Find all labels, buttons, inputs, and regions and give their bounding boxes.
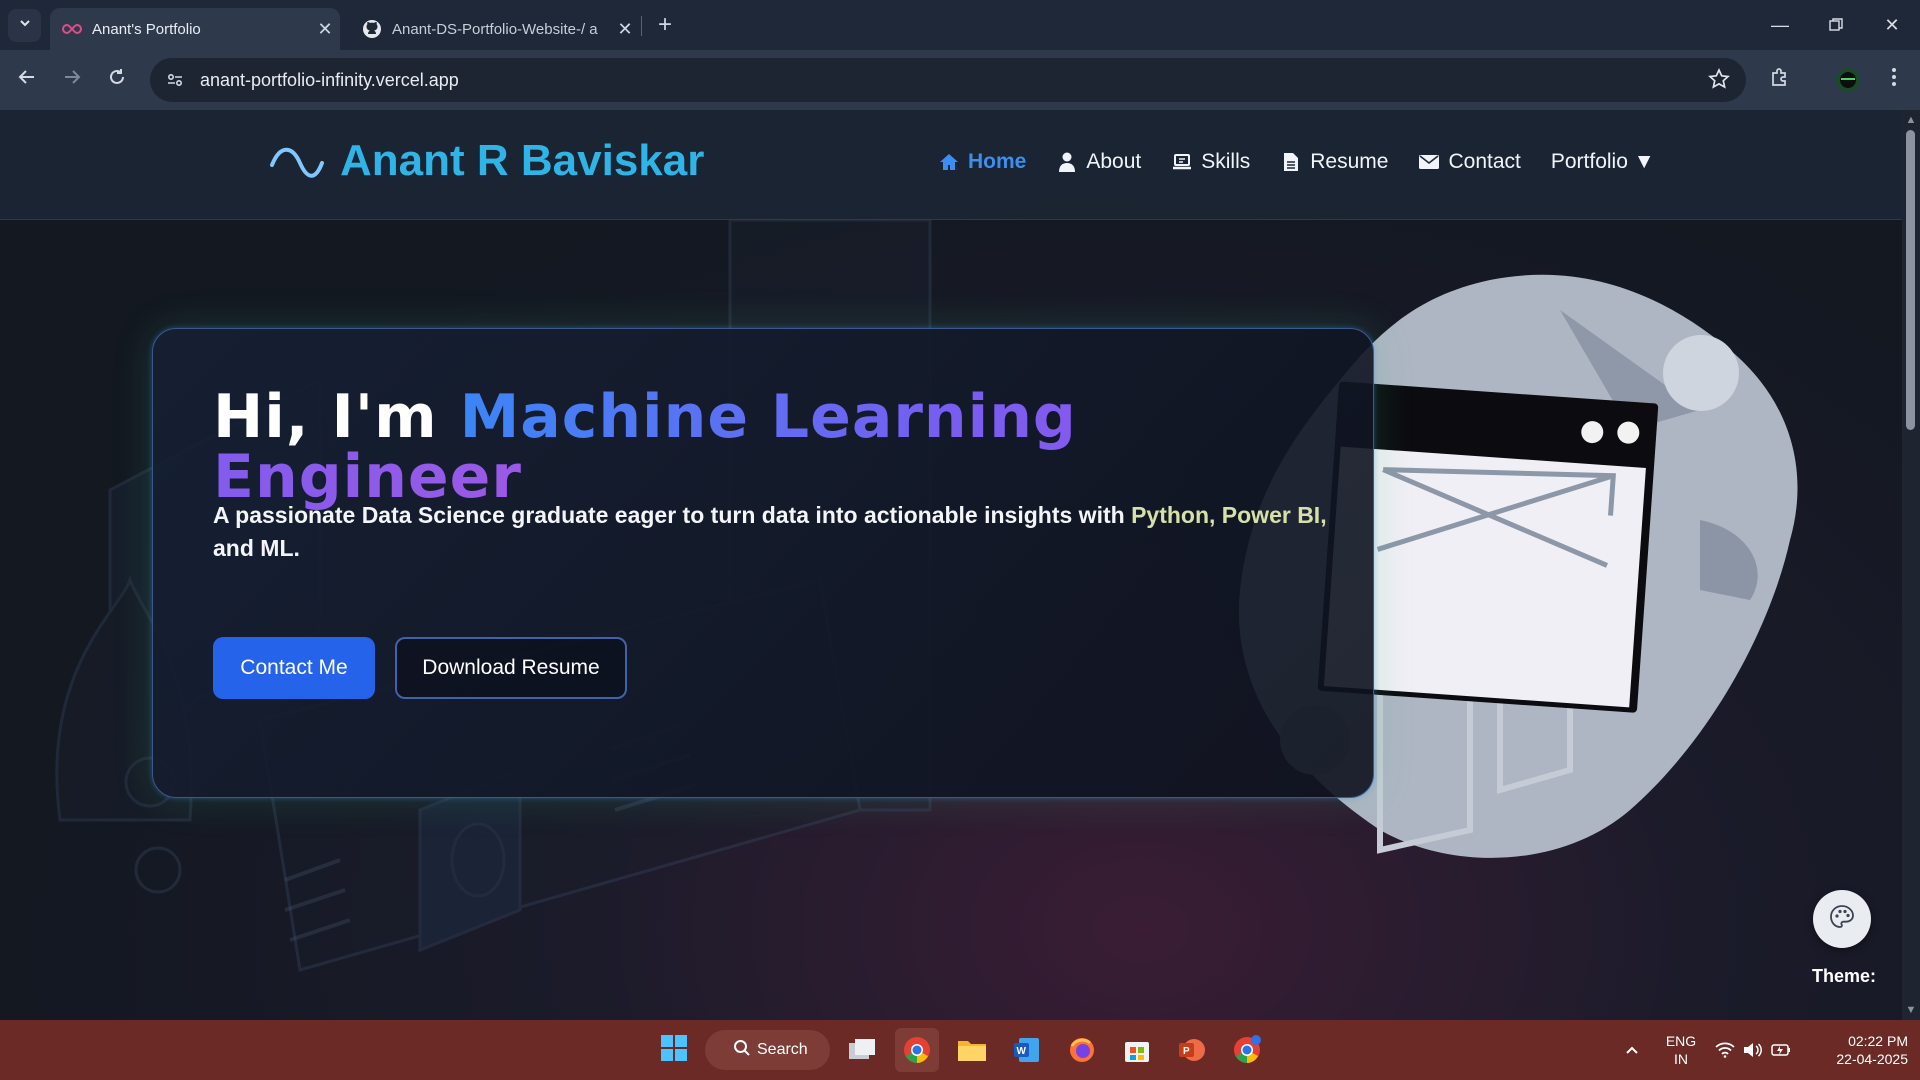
search-label: Search	[757, 1041, 808, 1058]
arrow-right-icon	[62, 67, 82, 93]
nav-links: Home About Skills Resume Contact Portfol…	[938, 150, 1685, 174]
windows-taskbar: Search W P ENG IN 02:22 PM 22-04-2025	[0, 1020, 1920, 1080]
envelope-icon	[1418, 151, 1440, 173]
task-view-icon[interactable]	[840, 1028, 884, 1072]
url-text: anant-portfolio-infinity.vercel.app	[200, 69, 459, 90]
nav-label: About	[1086, 150, 1142, 173]
contact-me-button[interactable]: Contact Me	[213, 637, 375, 699]
web-page: Anant R Baviskar Home About Skills Resum…	[0, 110, 1902, 1020]
tab-search-button[interactable]	[8, 9, 41, 42]
chevron-down-icon	[18, 16, 32, 35]
close-tab-icon[interactable]: ✕	[310, 19, 340, 40]
site-navbar: Anant R Baviskar Home About Skills Resum…	[0, 110, 1902, 220]
powerpoint-icon[interactable]: P	[1170, 1028, 1214, 1072]
brand-link[interactable]: Anant R Baviskar	[268, 136, 704, 186]
word-icon[interactable]: W	[1005, 1028, 1049, 1072]
search-icon	[733, 1039, 751, 1062]
scroll-down-icon[interactable]: ▼	[1905, 1004, 1917, 1016]
region-code: IN	[1674, 1051, 1688, 1067]
chrome-profile-taskbar-icon[interactable]	[1225, 1028, 1269, 1072]
site-settings-icon[interactable]	[162, 67, 188, 93]
puzzle-icon	[1769, 66, 1791, 94]
nav-label: Contact	[1448, 150, 1521, 173]
arrow-left-icon	[17, 67, 37, 93]
chrome-taskbar-icon[interactable]	[895, 1028, 939, 1072]
language-indicator[interactable]: ENG IN	[1664, 1032, 1698, 1068]
nav-about[interactable]: About	[1056, 150, 1141, 174]
file-icon	[1280, 151, 1302, 173]
clock-date: 22-04-2025	[1836, 1051, 1908, 1067]
file-explorer-icon[interactable]	[950, 1028, 994, 1072]
infinity-favicon-icon	[62, 19, 82, 39]
user-icon	[1056, 151, 1078, 173]
restore-button[interactable]	[1808, 0, 1864, 50]
chevron-up-icon[interactable]	[1610, 1028, 1654, 1072]
github-icon	[362, 19, 382, 39]
browser-toolbar: anant-portfolio-infinity.vercel.app	[0, 50, 1920, 110]
wave-logo-icon	[270, 147, 324, 178]
clock-time: 02:22 PM	[1848, 1033, 1908, 1049]
laptop-icon	[1171, 151, 1193, 173]
theme-switcher-button[interactable]	[1813, 890, 1871, 948]
palette-icon	[1829, 904, 1855, 935]
hero-description-pre: A passionate Data Science graduate eager…	[213, 502, 1132, 528]
nav-label: Skills	[1201, 150, 1251, 173]
svg-text:P: P	[1183, 1046, 1190, 1057]
nav-label: Portfolio ▼	[1550, 150, 1655, 173]
theme-label: Theme:	[1812, 966, 1877, 986]
download-resume-button[interactable]: Download Resume	[395, 637, 627, 699]
clock[interactable]: 02:22 PM 22-04-2025	[1808, 1032, 1908, 1068]
scrollbar-thumb[interactable]	[1906, 130, 1915, 430]
windows-logo-icon	[660, 1034, 688, 1067]
browser-tab-portfolio[interactable]: Anant's Portfolio ✕	[50, 8, 340, 50]
page-scrollbar[interactable]: ▲ ▼	[1902, 110, 1920, 1020]
close-tab-icon[interactable]: ✕	[610, 19, 640, 40]
reload-button[interactable]	[99, 62, 135, 98]
browser-tab-strip: Anant's Portfolio ✕ Anant-DS-Portfolio-W…	[0, 0, 1920, 50]
language-code: ENG	[1665, 1033, 1697, 1049]
kebab-menu-icon	[1891, 67, 1897, 93]
tab-title: Anant's Portfolio	[92, 20, 201, 38]
start-button[interactable]	[652, 1028, 696, 1072]
browser-tab-github[interactable]: Anant-DS-Portfolio-Website-/ a ✕	[350, 8, 640, 50]
firefox-icon[interactable]	[1060, 1028, 1104, 1072]
nav-contact[interactable]: Contact	[1418, 150, 1521, 174]
scroll-up-icon[interactable]: ▲	[1905, 114, 1917, 126]
more-menu-button[interactable]	[1876, 62, 1912, 98]
reload-icon	[107, 67, 127, 93]
hero-description-post: and ML.	[213, 535, 300, 561]
volume-icon[interactable]	[1740, 1028, 1766, 1072]
bookmark-star-icon[interactable]	[1708, 67, 1730, 95]
address-bar[interactable]: anant-portfolio-infinity.vercel.app	[150, 58, 1746, 102]
hero-heading: Hi, I'm Machine Learning Engineer	[213, 387, 1113, 507]
minimize-button[interactable]: —	[1752, 0, 1808, 50]
taskbar-search[interactable]: Search	[705, 1030, 830, 1070]
nav-home[interactable]: Home	[938, 150, 1026, 174]
profile-avatar[interactable]	[1830, 62, 1866, 98]
wifi-icon[interactable]	[1712, 1028, 1738, 1072]
nav-label: Resume	[1310, 150, 1389, 173]
extensions-button[interactable]	[1762, 62, 1798, 98]
tab-separator	[641, 16, 642, 36]
microsoft-store-icon[interactable]	[1115, 1028, 1159, 1072]
forward-button[interactable]	[54, 62, 90, 98]
hero-description-highlight: Python, Power BI,	[1131, 502, 1327, 528]
hero-description: A passionate Data Science graduate eager…	[213, 499, 1333, 565]
nav-label: Home	[968, 150, 1027, 173]
svg-text:W: W	[1017, 1046, 1027, 1057]
new-tab-button[interactable]: +	[650, 10, 680, 40]
nav-portfolio-dropdown[interactable]: Portfolio ▼	[1551, 150, 1655, 174]
nav-resume[interactable]: Resume	[1280, 150, 1388, 174]
back-button[interactable]	[9, 62, 45, 98]
nav-skills[interactable]: Skills	[1171, 150, 1250, 174]
brand-name: Anant R Baviskar	[340, 136, 705, 185]
tab-title: Anant-DS-Portfolio-Website-/ a	[392, 20, 598, 38]
home-icon	[938, 151, 960, 173]
hero-card: Hi, I'm Machine Learning Engineer A pass…	[152, 328, 1374, 798]
battery-icon[interactable]	[1768, 1028, 1794, 1072]
close-window-button[interactable]: ✕	[1864, 0, 1920, 50]
